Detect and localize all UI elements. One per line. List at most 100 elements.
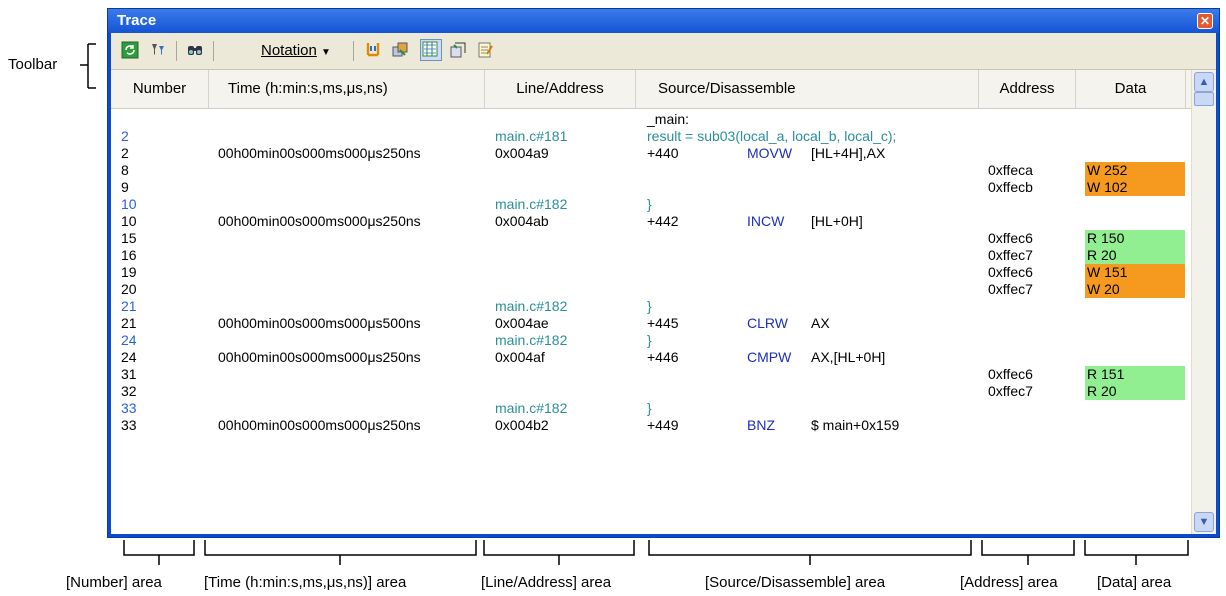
notation-menu[interactable]: Notation ▼ <box>261 42 331 59</box>
header-data[interactable]: Data <box>1076 70 1186 108</box>
mnemonic-cell: INCW <box>747 213 785 229</box>
find-icon[interactable] <box>186 41 204 59</box>
column-header: Number Time (h:min:s,ms,μs,ns) Line/Addr… <box>111 70 1191 109</box>
scroll-down-icon[interactable]: ▼ <box>1194 512 1214 532</box>
toolbar-separator <box>176 41 177 61</box>
data-cell-read: R 20 <box>1085 247 1185 264</box>
data-cell-read: R 151 <box>1085 366 1185 383</box>
time-area-callout: [Time (h:min:s,ms,μs,ns)] area <box>204 574 407 591</box>
table-row[interactable]: 31 0xffec6 R 151 <box>111 366 1191 383</box>
operand-cell: [HL+4H],AX <box>811 145 886 161</box>
vertical-scrollbar[interactable]: ▲ ▼ <box>1191 70 1216 534</box>
toolbar-separator <box>353 41 354 61</box>
table-row[interactable]: 10 main.c#182 } <box>111 196 1191 213</box>
table-row[interactable]: 32 0xffec7 R 20 <box>111 383 1191 400</box>
data-cell-write: W 252 <box>1085 162 1185 179</box>
line-address-cell: main.c#182 <box>495 298 568 314</box>
number-cell: 19 <box>121 264 137 280</box>
offset-cell: +445 <box>647 315 679 331</box>
table-row[interactable]: 24 00h00min00s000ms000μs250ns 0x004af +4… <box>111 349 1191 366</box>
number-cell: 9 <box>121 179 129 195</box>
source-cell: result = sub03(local_a, local_b, local_c… <box>647 128 897 144</box>
table-row[interactable]: 16 0xffec7 R 20 <box>111 247 1191 264</box>
operand-cell: AX <box>811 315 830 331</box>
table-row[interactable]: 2 00h00min00s000ms000μs250ns 0x004a9 +44… <box>111 145 1191 162</box>
number-cell: 33 <box>121 417 137 433</box>
line-address-area-callout: [Line/Address] area <box>481 574 612 591</box>
column-icon[interactable] <box>420 39 442 61</box>
offset-cell: +446 <box>647 349 679 365</box>
address-cell: 0xffec7 <box>988 281 1033 297</box>
header-address[interactable]: Address <box>979 70 1076 108</box>
table-row[interactable]: 33 main.c#182 } <box>111 400 1191 417</box>
number-cell: 31 <box>121 366 137 382</box>
table-row[interactable]: 24 main.c#182 } <box>111 332 1191 349</box>
address-cell: 0xffecb <box>988 179 1033 195</box>
copy-icon[interactable] <box>364 41 382 59</box>
toolbar: Notation ▼ <box>111 33 1216 70</box>
header-number[interactable]: Number <box>111 70 209 108</box>
offset-cell: +449 <box>647 417 679 433</box>
address-cell: 0xffec6 <box>988 230 1033 246</box>
table-row[interactable]: 33 00h00min00s000ms000μs250ns 0x004b2 +4… <box>111 417 1191 434</box>
source-cell: } <box>647 196 652 212</box>
number-cell: 33 <box>121 400 137 416</box>
header-line-address[interactable]: Line/Address <box>485 70 636 108</box>
data-cell-read: R 20 <box>1085 383 1185 400</box>
filter-icon[interactable] <box>149 41 167 59</box>
number-cell: 24 <box>121 349 137 365</box>
table-row[interactable]: 20 0xffec7 W 20 <box>111 281 1191 298</box>
line-address-cell: main.c#182 <box>495 196 568 212</box>
line-address-cell: 0x004ab <box>495 213 549 229</box>
address-area-callout: [Address] area <box>960 574 1058 591</box>
address-cell: 0xffec6 <box>988 264 1033 280</box>
window-title: Trace <box>117 12 157 29</box>
title-bar[interactable]: Trace ✕ <box>108 9 1219 33</box>
line-address-cell: 0x004ae <box>495 315 549 331</box>
mnemonic-cell: MOVW <box>747 145 793 161</box>
table-row[interactable]: 10 00h00min00s000ms000μs250ns 0x004ab +4… <box>111 213 1191 230</box>
line-address-cell: 0x004af <box>495 349 545 365</box>
number-cell: 2 <box>121 128 129 144</box>
data-cell-read: R 150 <box>1085 230 1185 247</box>
offset-cell: +442 <box>647 213 679 229</box>
address-cell: 0xffec6 <box>988 366 1033 382</box>
number-cell: 10 <box>121 196 137 212</box>
address-cell: 0xffec7 <box>988 383 1033 399</box>
number-cell: 21 <box>121 315 137 331</box>
offset-cell: +440 <box>647 145 679 161</box>
table-row[interactable]: 8 0xffeca W 252 <box>111 162 1191 179</box>
edit-icon[interactable] <box>476 41 494 59</box>
refresh-icon[interactable] <box>121 41 139 59</box>
time-cell: 00h00min00s000ms000μs250ns <box>218 145 421 161</box>
table-row[interactable]: 19 0xffec6 W 151 <box>111 264 1191 281</box>
line-address-cell: 0x004a9 <box>495 145 549 161</box>
number-cell: 32 <box>121 383 137 399</box>
dropdown-arrow-icon: ▼ <box>321 47 331 58</box>
header-source-disassemble[interactable]: Source/Disassemble <box>636 70 979 108</box>
data-cell-write: W 20 <box>1085 281 1185 298</box>
address-cell: 0xffeca <box>988 162 1033 178</box>
source-cell: } <box>647 400 652 416</box>
scroll-thumb[interactable] <box>1194 92 1214 106</box>
trace-table: Number Time (h:min:s,ms,μs,ns) Line/Addr… <box>111 70 1216 534</box>
table-row[interactable]: 9 0xffecb W 102 <box>111 179 1191 196</box>
time-cell: 00h00min00s000ms000μs250ns <box>218 213 421 229</box>
export-icon[interactable] <box>449 41 467 59</box>
header-time[interactable]: Time (h:min:s,ms,μs,ns) <box>209 70 485 108</box>
mnemonic-cell: BNZ <box>747 417 775 433</box>
table-row[interactable]: 15 0xffec6 R 150 <box>111 230 1191 247</box>
table-row[interactable]: _main: <box>111 111 1191 128</box>
number-cell: 24 <box>121 332 137 348</box>
close-icon[interactable]: ✕ <box>1197 13 1213 29</box>
link-icon[interactable] <box>391 41 409 59</box>
scroll-up-icon[interactable]: ▲ <box>1194 72 1214 92</box>
table-row[interactable]: 21 main.c#182 } <box>111 298 1191 315</box>
table-row[interactable]: 2 main.c#181 result = sub03(local_a, loc… <box>111 128 1191 145</box>
number-cell: 8 <box>121 162 129 178</box>
operand-cell: $ main+0x159 <box>811 417 900 433</box>
notation-label: Notation <box>261 42 317 59</box>
time-cell: 00h00min00s000ms000μs250ns <box>218 349 421 365</box>
source-cell: _main: <box>647 111 690 127</box>
table-row[interactable]: 21 00h00min00s000ms000μs500ns 0x004ae +4… <box>111 315 1191 332</box>
